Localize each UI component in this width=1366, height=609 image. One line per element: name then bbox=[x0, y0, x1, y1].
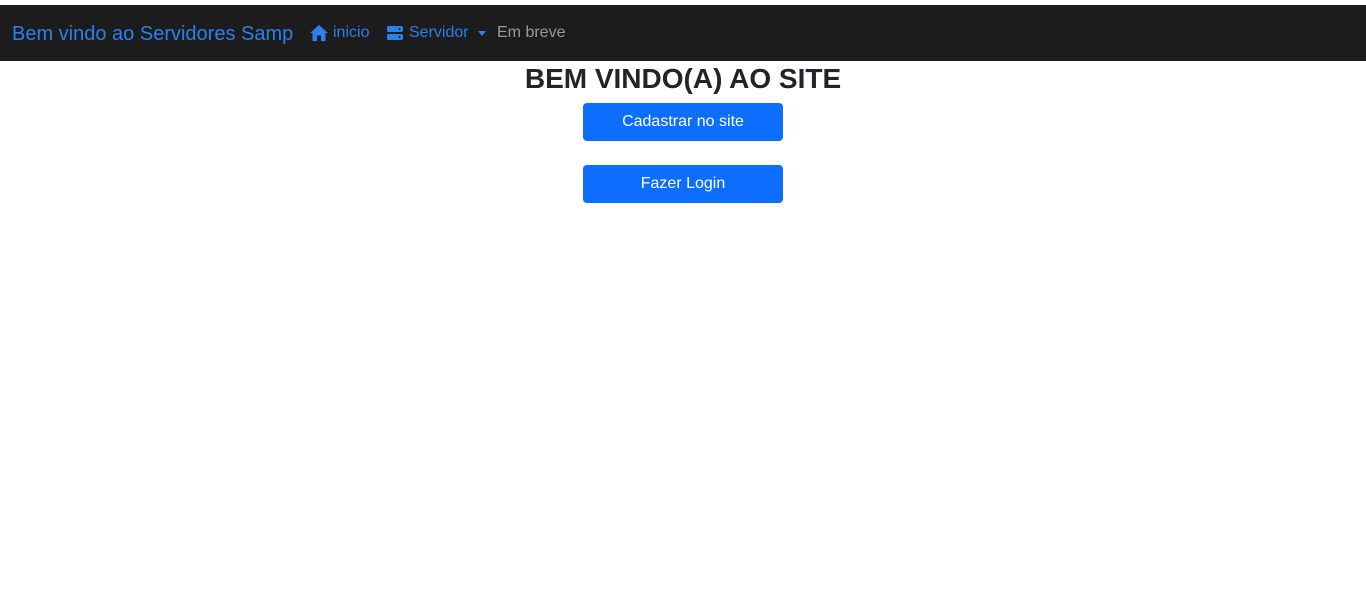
nav-item-label: inicio bbox=[333, 24, 370, 41]
home-icon bbox=[309, 24, 329, 42]
nav-item-label: Servidor bbox=[409, 24, 469, 41]
login-button[interactable]: Fazer Login bbox=[583, 165, 783, 203]
nav-item-servidor-dropdown[interactable]: Servidor bbox=[385, 23, 486, 43]
caret-down-icon bbox=[477, 30, 486, 36]
register-button[interactable]: Cadastrar no site bbox=[583, 103, 783, 141]
server-icon bbox=[385, 24, 405, 42]
page-title: BEM VINDO(A) AO SITE bbox=[524, 63, 842, 94]
navbar: Bem vindo ao Servidores Samp inicio Serv… bbox=[0, 5, 1366, 61]
nav-item-label: Em breve bbox=[497, 24, 566, 41]
nav-item-em-breve[interactable]: Em breve bbox=[497, 23, 565, 43]
nav-item-inicio[interactable]: inicio bbox=[309, 23, 369, 43]
brand-link[interactable]: Bem vindo ao Servidores Samp bbox=[12, 21, 293, 47]
